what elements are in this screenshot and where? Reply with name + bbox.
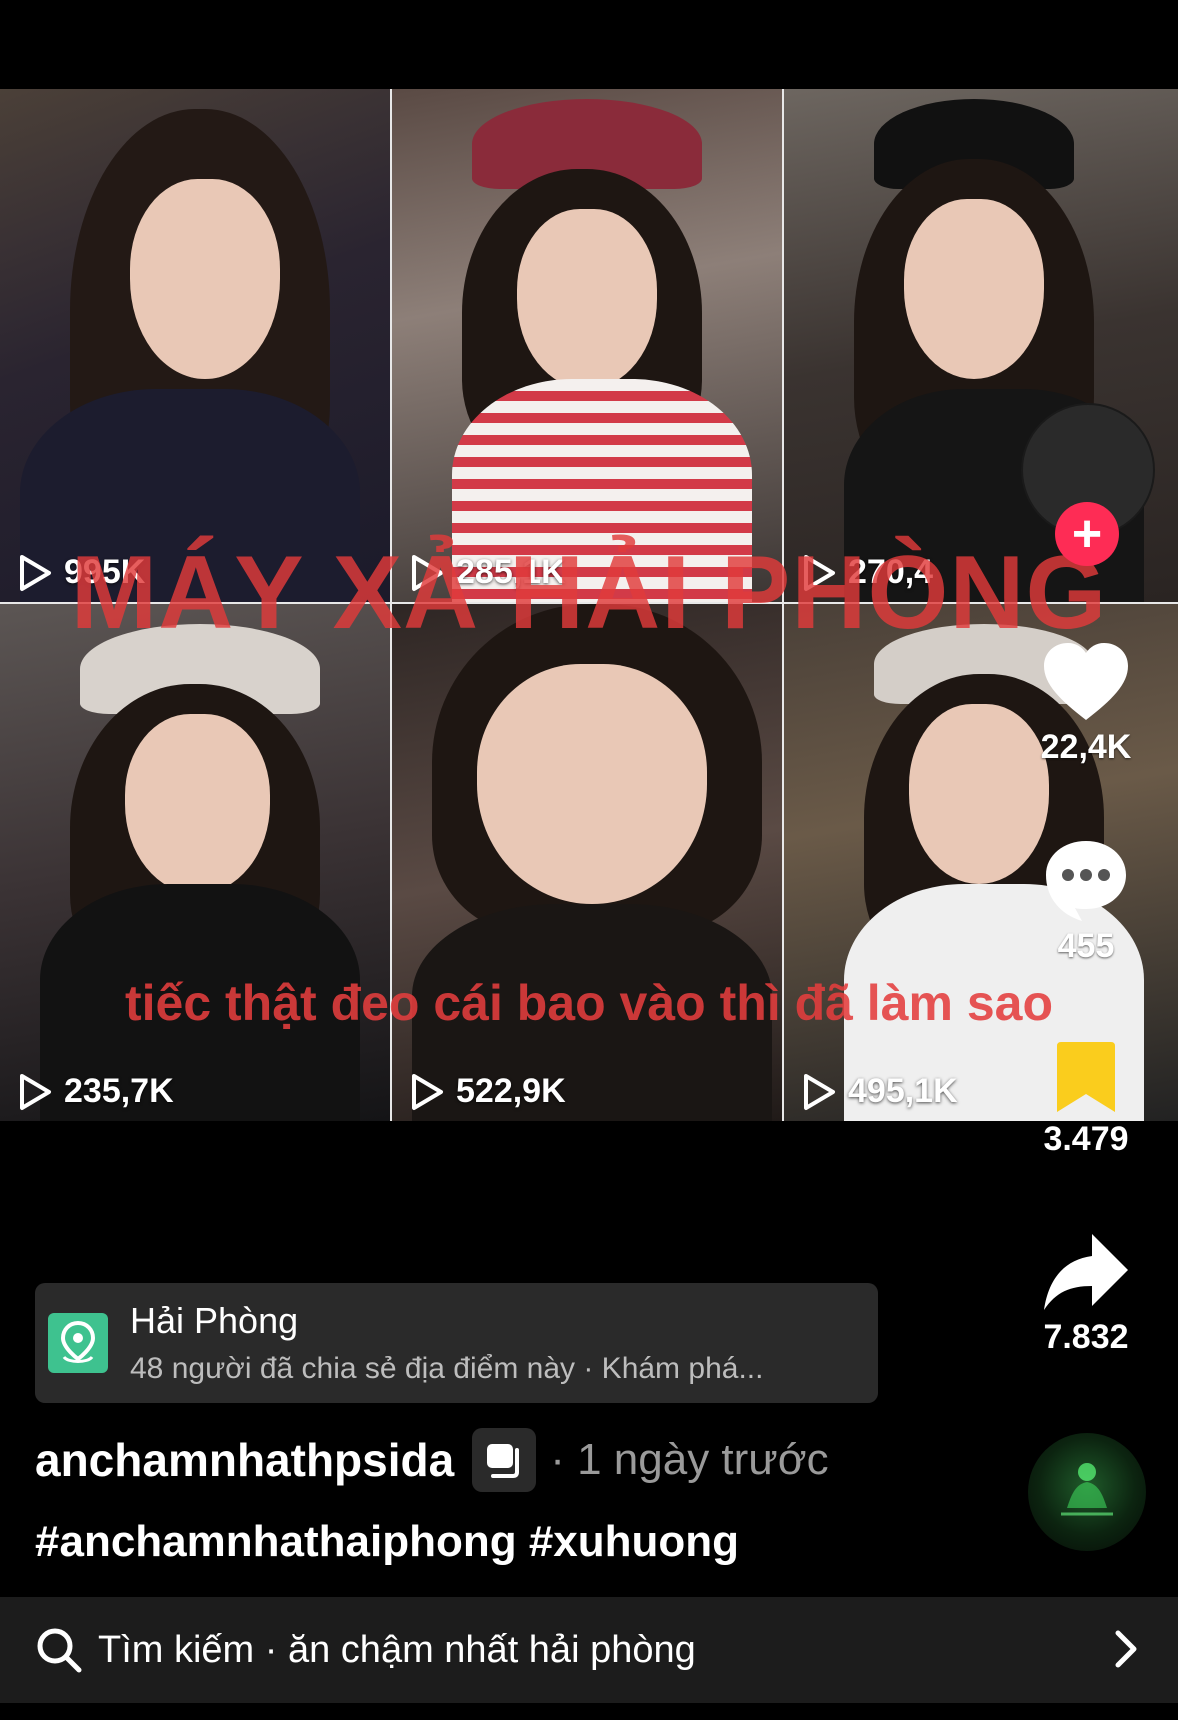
collage-tile: 285,1K — [392, 89, 784, 604]
search-bar[interactable]: Tìm kiếm · ăn chậm nhất hải phòng — [0, 1597, 1178, 1703]
location-card[interactable]: Hải Phòng 48 người đã chia sẻ địa điểm n… — [35, 1283, 878, 1403]
collage-tile: 235,7K — [0, 604, 392, 1121]
comment-icon — [1046, 841, 1126, 921]
collage-tile: 522,9K — [392, 604, 784, 1121]
author-username[interactable]: anchamnhathpsida — [35, 1433, 454, 1487]
follow-button[interactable]: + — [1055, 502, 1119, 566]
share-count: 7.832 — [1043, 1318, 1129, 1356]
video-overlay-title: MÁY XẢ HẢI PHÒNG — [70, 535, 1108, 651]
share-arrow-icon — [1044, 1234, 1128, 1310]
like-button[interactable]: 22,4K — [1020, 640, 1152, 767]
post-hashtags[interactable]: #anchamnhathaiphong #xuhuong — [35, 1517, 739, 1567]
like-count: 22,4K — [1040, 728, 1132, 766]
search-suggestion: Tìm kiếm · ăn chậm nhất hải phòng — [98, 1628, 696, 1671]
music-disc[interactable] — [1028, 1433, 1146, 1551]
repost-badge[interactable] — [472, 1428, 537, 1492]
meditating-figure-icon — [1061, 1463, 1113, 1516]
video-overlay-subtitle: tiếc thật đeo cái bao vào thì đã làm sao — [124, 975, 1054, 1031]
heart-icon — [1044, 643, 1128, 720]
save-button[interactable]: 3.479 — [1020, 1040, 1152, 1159]
author-row: anchamnhathpsida · 1 ngày trước — [35, 1428, 829, 1492]
collage-tile: 995K — [0, 89, 392, 604]
tiktok-video-screen: 995K 285,1K 270,4 235,7K 522,9K 495,1K M… — [0, 0, 1178, 1720]
post-time: · 1 ngày trước — [550, 1435, 829, 1484]
play-icon — [412, 1073, 443, 1110]
location-pin-icon — [48, 1313, 108, 1373]
view-count: 522,9K — [410, 1072, 566, 1111]
play-icon — [804, 1073, 835, 1110]
search-icon — [37, 1628, 82, 1673]
video-player[interactable]: 995K 285,1K 270,4 235,7K 522,9K 495,1K M… — [0, 89, 1178, 1121]
comment-count: 455 — [1057, 927, 1115, 965]
repost-icon — [487, 1444, 520, 1478]
view-count: 495,1K — [802, 1072, 958, 1111]
location-title: Hải Phòng — [130, 1300, 299, 1341]
chevron-right-icon — [1115, 1630, 1137, 1668]
save-count: 3.479 — [1043, 1120, 1129, 1158]
bookmark-icon — [1057, 1042, 1115, 1112]
location-subtitle: 48 người đã chia sẻ địa điểm này · Khám … — [130, 1352, 764, 1385]
comment-button[interactable]: 455 — [1020, 837, 1152, 966]
play-icon — [20, 1073, 51, 1110]
share-button[interactable]: 7.832 — [1020, 1232, 1152, 1357]
view-count: 235,7K — [18, 1072, 174, 1111]
